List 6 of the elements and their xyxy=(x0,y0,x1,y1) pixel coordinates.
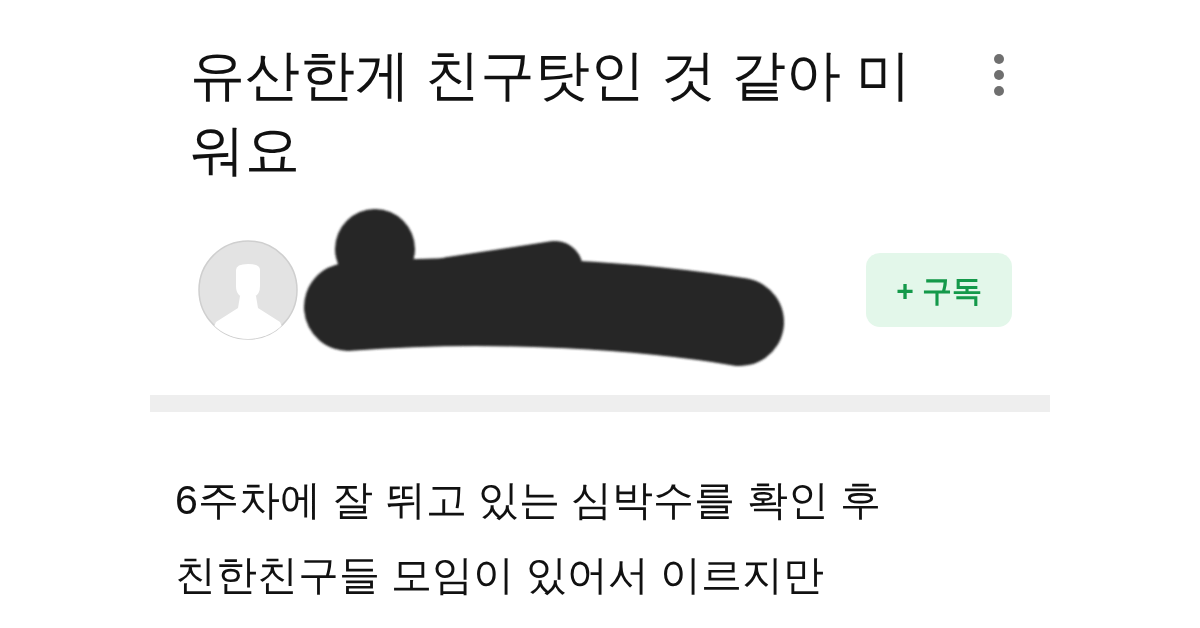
avatar-icon xyxy=(198,240,298,340)
subscribe-button[interactable]: + 구독 xyxy=(866,253,1012,327)
body-text: 6주차에 잘 뛰고 있는 심박수를 확인 후 xyxy=(175,476,882,525)
more-menu-icon[interactable] xyxy=(993,54,1005,96)
body-text: 친한친구들 모임이 있어서 이르지만 xyxy=(175,551,825,600)
post-title: 유산한게 친구탓인 것 같아 미워요 xyxy=(190,43,913,183)
